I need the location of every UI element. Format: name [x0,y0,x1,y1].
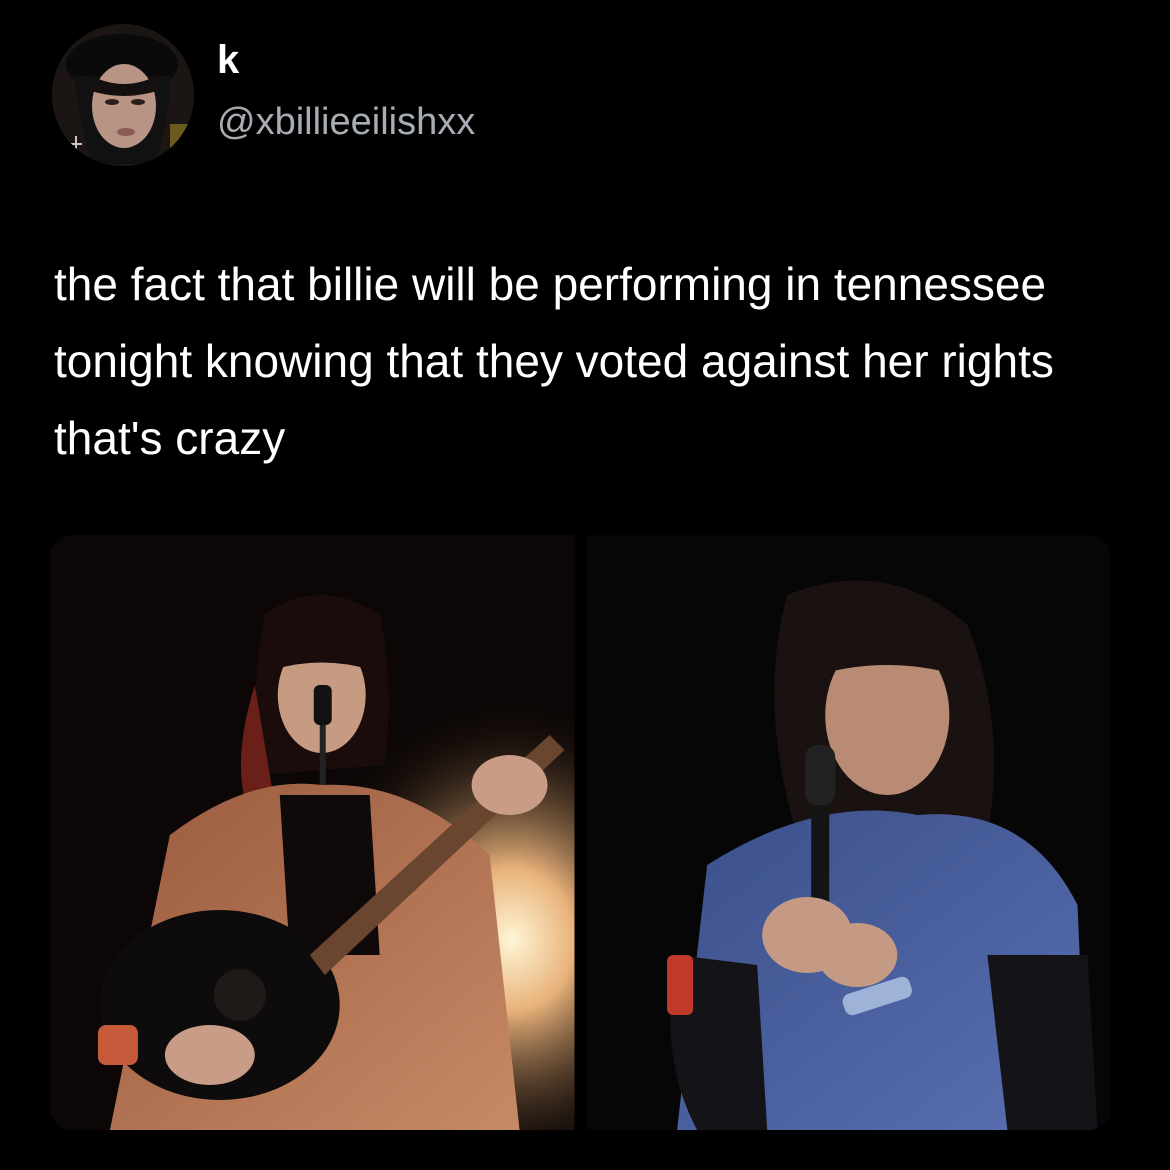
display-name[interactable]: k [217,40,239,80]
profile-avatar[interactable] [52,24,194,166]
media-grid [50,535,1111,1130]
user-handle[interactable]: @xbillieeilishxx [217,103,475,141]
avatar-portrait-icon [52,24,194,166]
media-photo-left[interactable] [50,535,575,1130]
concert-photo-guitar-icon [50,535,575,1130]
media-photo-right[interactable] [586,535,1111,1130]
tweet-card: k @xbillieeilishxx the fact that billie … [0,0,1170,1170]
tweet-text: the fact that billie will be performing … [54,258,1054,464]
concert-photo-microphone-icon [586,535,1111,1130]
